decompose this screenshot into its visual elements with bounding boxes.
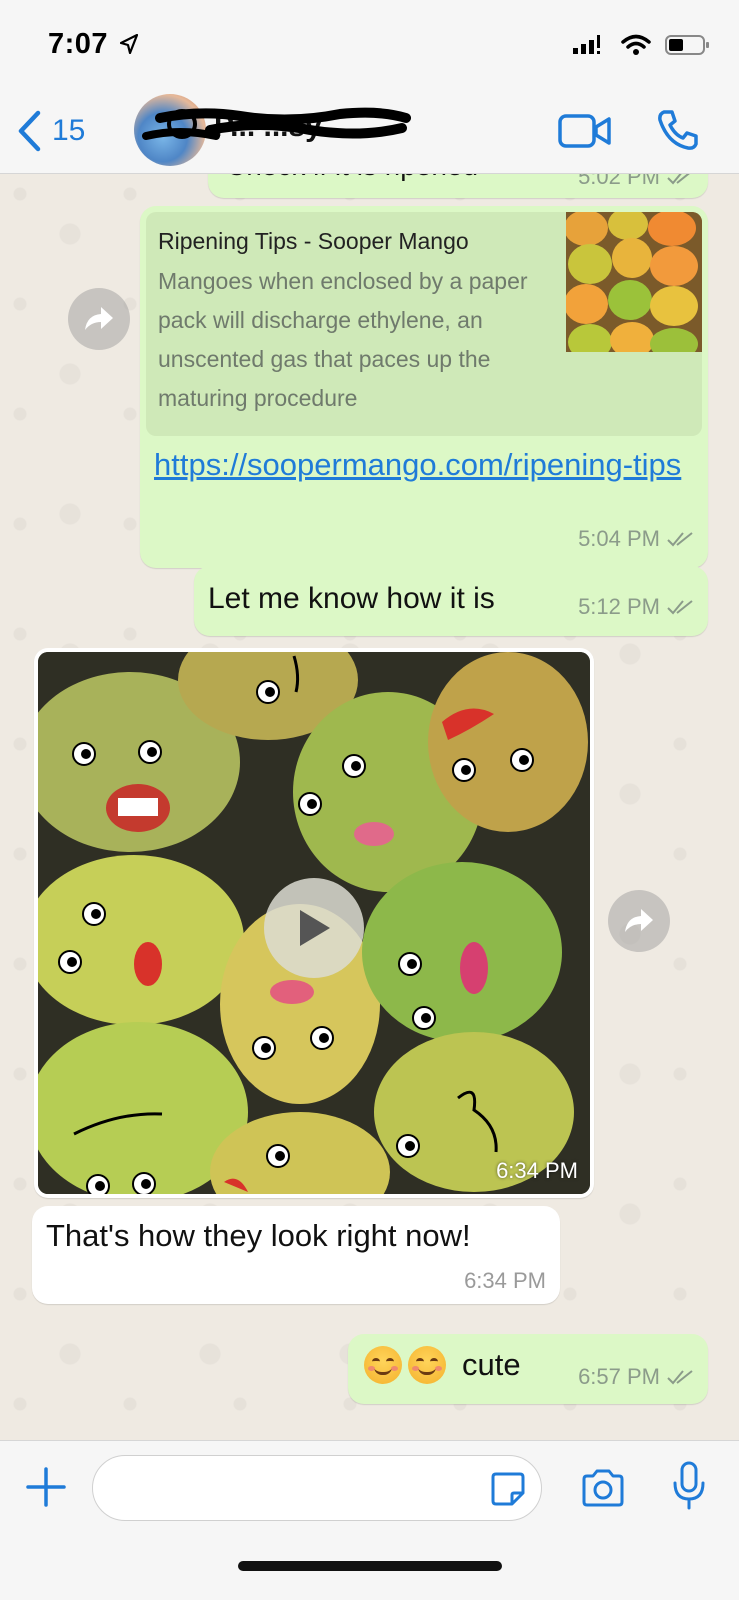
link-url[interactable]: https://soopermango.com/ripening-tips [154,442,684,488]
forward-button[interactable] [608,890,670,952]
smiling-face-emoji-icon [364,1346,402,1384]
message-text: That's how they look right now! [46,1218,471,1253]
message-bubble-outgoing[interactable]: Check if it is ripened 5:02 PM [208,174,708,198]
forward-arrow-icon [85,307,113,330]
message-bubble-video[interactable]: 6:34 PM [34,648,594,1198]
plus-icon[interactable] [26,1467,66,1507]
microphone-icon[interactable] [672,1461,706,1511]
phone-icon[interactable] [656,108,700,152]
message-content: cute [364,1346,521,1384]
unread-count: 15 [52,114,86,147]
message-timestamp: 5:04 PM [578,526,694,552]
chevron-left-icon [18,110,41,152]
message-timestamp: 5:02 PM [578,174,694,190]
double-check-icon [667,1370,693,1385]
home-indicator [238,1561,502,1571]
status-time: 7:07 [48,28,109,60]
cellular-signal-icon [573,35,600,54]
message-text: Let me know how it is [208,582,495,615]
camera-icon[interactable] [580,1469,626,1507]
link-preview-card[interactable]: Ripening Tips - Sooper Mango Mangoes whe… [146,212,702,436]
message-timestamp: 6:57 PM [578,1364,694,1390]
message-text: cute [462,1347,521,1382]
message-input-bar [0,1440,739,1600]
redaction-scribble [142,107,411,140]
message-timestamp: 5:12 PM [578,594,694,620]
video-call-icon[interactable] [558,112,612,150]
message-bubble-link[interactable]: Ripening Tips - Sooper Mango Mangoes whe… [140,206,708,568]
status-bar: 7:07 [0,0,739,90]
forward-button[interactable] [68,288,130,350]
video-timestamp: 6:34 PM [496,1158,578,1183]
message-bubble-incoming[interactable]: That's how they look right now! 6:34 PM [32,1206,560,1304]
message-input[interactable] [92,1455,542,1521]
message-bubble-outgoing[interactable]: cute 6:57 PM [348,1334,708,1404]
double-check-icon [667,532,693,547]
location-arrow-icon [120,34,138,54]
play-icon [300,910,330,946]
link-preview-description: Mangoes when enclosed by a paper pack wi… [158,268,528,411]
link-preview-thumbnail [566,212,702,352]
double-check-icon [667,600,693,615]
video-thumbnail[interactable]: 6:34 PM [38,652,590,1194]
chat-area[interactable]: Check if it is ripened 5:02 PM Ripening … [0,174,739,1440]
double-check-icon [667,174,690,185]
back-button[interactable]: 15 [16,110,85,152]
sticker-icon[interactable] [490,1471,526,1507]
smiling-face-emoji-icon [408,1346,446,1384]
message-bubble-outgoing[interactable]: Let me know how it is 5:12 PM [194,566,708,636]
wifi-icon [621,34,651,55]
play-button[interactable] [264,878,364,978]
status-indicators [573,34,711,56]
chat-header: 15 P... ...sy [0,90,739,174]
battery-icon [665,35,709,55]
message-text: Check if it is ripened [226,174,478,182]
link-preview-title: Ripening Tips - Sooper Mango [158,228,469,254]
forward-arrow-icon [625,909,653,932]
message-timestamp: 6:34 PM [464,1268,546,1293]
